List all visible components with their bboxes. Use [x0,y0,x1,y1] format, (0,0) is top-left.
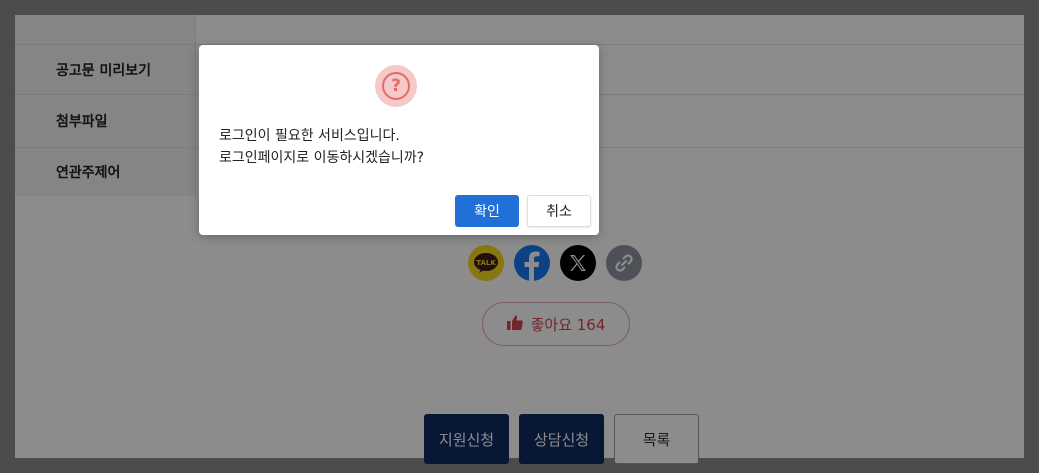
dialog-message: 로그인이 필요한 서비스입니다. 로그인페이지로 이동하시겠습니까? [219,125,424,169]
question-icon: ? [375,65,417,107]
cancel-button[interactable]: 취소 [527,195,591,227]
login-confirm-dialog: ? 로그인이 필요한 서비스입니다. 로그인페이지로 이동하시겠습니까? 확인 … [199,45,599,235]
dialog-message-line2: 로그인페이지로 이동하시겠습니까? [219,150,425,166]
confirm-button[interactable]: 확인 [455,195,519,227]
dialog-message-line1: 로그인이 필요한 서비스입니다. [219,128,400,144]
